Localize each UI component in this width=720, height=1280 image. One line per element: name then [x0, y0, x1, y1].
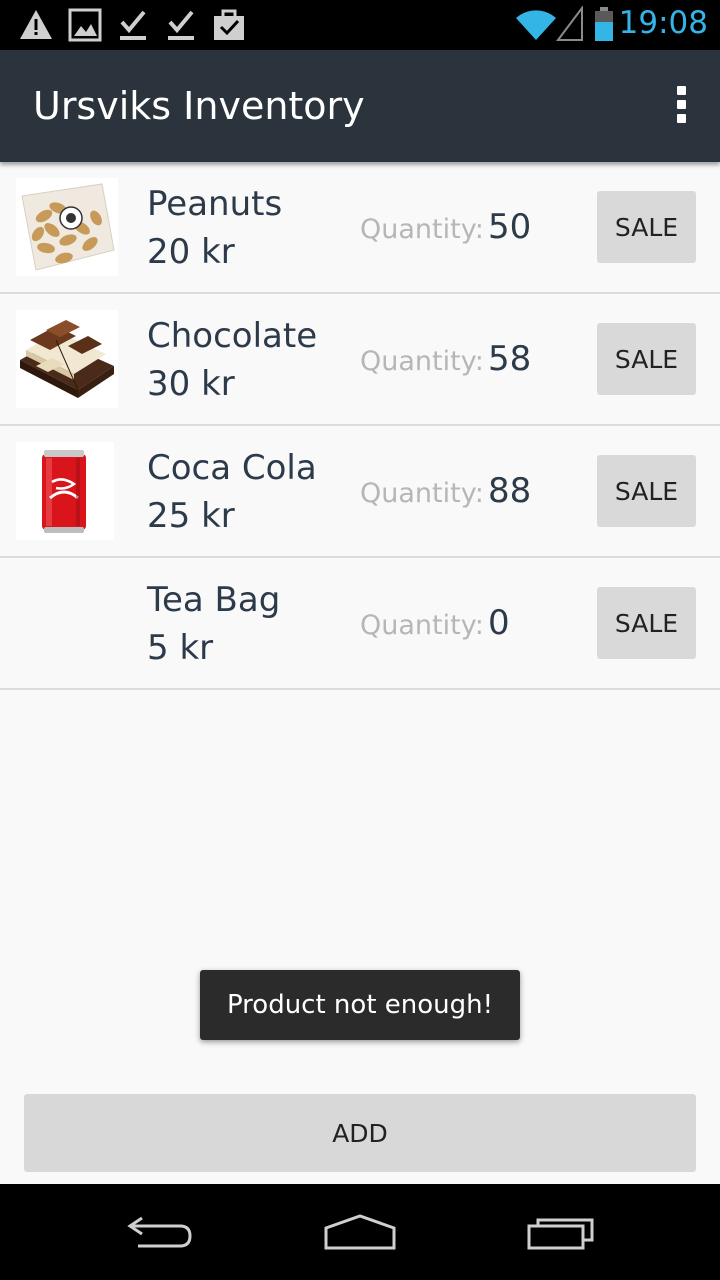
quantity-value: 58: [488, 339, 532, 379]
product-name: Coca Cola: [147, 448, 317, 488]
signal-icon: [556, 6, 583, 41]
sale-button[interactable]: SALE: [597, 587, 696, 659]
add-button[interactable]: ADD: [24, 1094, 696, 1172]
clipboard-check-icon: [214, 9, 244, 40]
product-name: Tea Bag: [147, 580, 281, 620]
check-download-icon: [168, 10, 194, 40]
quantity-label: Quantity:: [360, 214, 484, 245]
recent-apps-icon[interactable]: [526, 1212, 598, 1252]
wifi-icon: [516, 10, 556, 40]
chocolate-image: [16, 310, 118, 408]
quantity-label: Quantity:: [360, 346, 484, 377]
product-price: 30 kr: [147, 364, 235, 404]
sale-button[interactable]: SALE: [597, 323, 696, 395]
quantity-label: Quantity:: [360, 610, 484, 641]
warning-icon: [20, 10, 52, 39]
quantity-value: 88: [488, 471, 532, 511]
battery-icon: [595, 7, 613, 41]
status-bar: 19:08: [0, 0, 720, 50]
product-name: Peanuts: [147, 184, 283, 224]
navigation-bar: [0, 1184, 720, 1280]
clock-time: 19:08: [618, 5, 708, 41]
list-item[interactable]: Peanuts 20 kr Quantity: 50 SALE: [0, 162, 720, 294]
overflow-menu-icon[interactable]: [670, 86, 694, 126]
product-price: 25 kr: [147, 496, 235, 536]
list-item[interactable]: Coca Cola 25 kr Quantity: 88 SALE: [0, 426, 720, 558]
quantity-value: 0: [488, 603, 510, 643]
product-price: 20 kr: [147, 232, 235, 272]
coca-cola-can-image: [16, 442, 114, 540]
quantity-label: Quantity:: [360, 478, 484, 509]
sale-button[interactable]: SALE: [597, 455, 696, 527]
check-download-icon: [120, 10, 146, 40]
image-icon: [68, 8, 102, 42]
product-name: Chocolate: [147, 316, 318, 356]
product-price: 5 kr: [147, 628, 214, 668]
toast-message: Product not enough!: [200, 970, 520, 1040]
peanuts-image: [16, 178, 118, 276]
product-list: Peanuts 20 kr Quantity: 50 SALE Chocolat…: [0, 162, 720, 690]
app-title: Ursviks Inventory: [33, 84, 365, 128]
list-item[interactable]: Tea Bag 5 kr Quantity: 0 SALE: [0, 558, 720, 690]
home-icon[interactable]: [322, 1212, 398, 1252]
quantity-value: 50: [488, 207, 532, 247]
app-bar: Ursviks Inventory: [0, 50, 720, 162]
sale-button[interactable]: SALE: [597, 191, 696, 263]
list-item[interactable]: Chocolate 30 kr Quantity: 58 SALE: [0, 294, 720, 426]
back-icon[interactable]: [124, 1212, 196, 1252]
